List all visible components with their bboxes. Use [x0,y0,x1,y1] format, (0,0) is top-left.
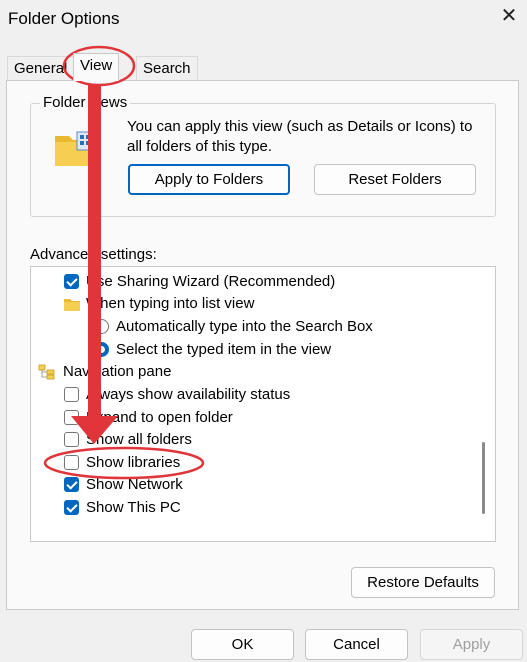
ok-button[interactable]: OK [191,629,294,660]
close-icon[interactable]: ✕ [497,4,521,28]
checkbox-unchecked[interactable] [64,432,79,447]
folder-views-icon [55,131,95,166]
checkbox-checked[interactable] [64,274,79,289]
window-title: Folder Options [8,9,120,28]
checkbox-checked[interactable] [64,477,79,492]
folder-icon [64,299,80,311]
apply-to-folders-button[interactable]: Apply to Folders [128,164,290,195]
apply-button[interactable]: Apply [420,629,523,660]
list-scrollbar-thumb[interactable] [482,442,485,514]
advanced-settings-label: Advanced settings: [30,246,157,263]
navigation-pane-icon [38,364,55,380]
folder-views-title: Folder views [40,94,131,111]
tab-search[interactable]: Search [136,56,198,80]
checkbox-unchecked[interactable] [64,455,79,470]
radio-checked[interactable] [94,342,109,357]
restore-defaults-button[interactable]: Restore Defaults [351,567,495,598]
cancel-button[interactable]: Cancel [305,629,408,660]
checkbox-unchecked[interactable] [64,387,79,402]
folder-views-description: You can apply this view (such as Details… [127,118,473,155]
reset-folders-button[interactable]: Reset Folders [314,164,476,195]
tab-general[interactable]: General [7,56,75,80]
checkbox-checked[interactable] [64,500,79,515]
advanced-settings-list[interactable]: Use Sharing Wizard (Recommended) When ty… [30,266,496,542]
tab-view[interactable]: View [73,53,120,81]
radio-unchecked[interactable] [94,319,109,334]
checkbox-unchecked[interactable] [64,410,79,425]
